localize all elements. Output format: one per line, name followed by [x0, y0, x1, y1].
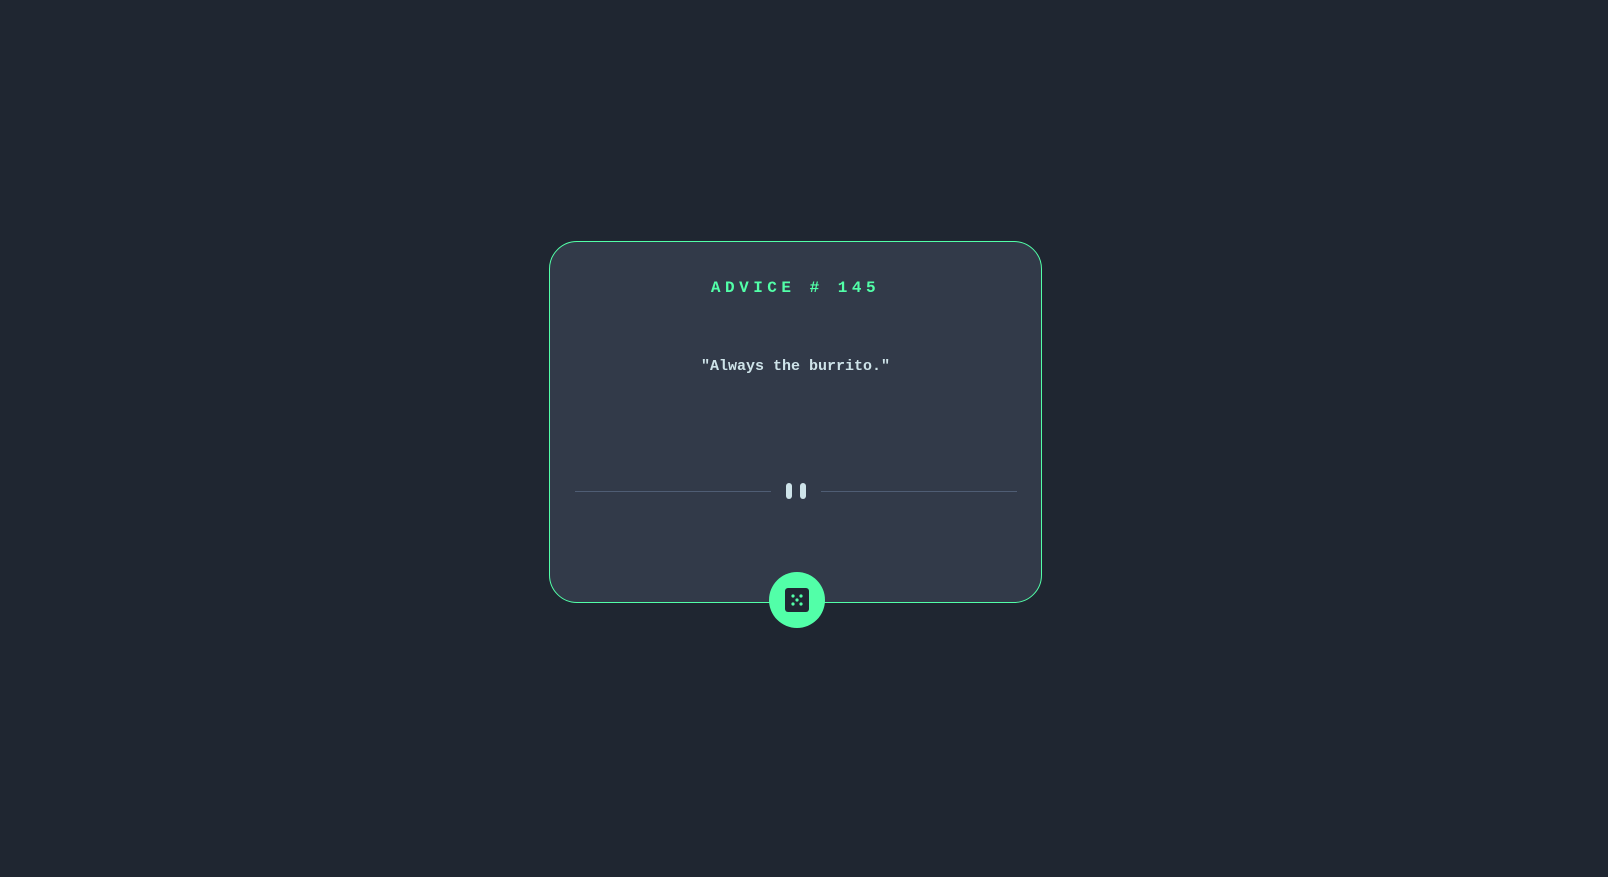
generate-advice-button[interactable] — [769, 572, 825, 628]
divider-line-left — [575, 491, 771, 492]
dice-icon — [785, 588, 809, 612]
pause-icon-bar-right — [800, 483, 806, 499]
pause-icon — [786, 483, 806, 499]
advice-card: ADVICE # 145 "Always the burrito." — [549, 241, 1042, 628]
divider — [575, 483, 1017, 499]
pause-icon-bar-left — [786, 483, 792, 499]
advice-title: ADVICE # 145 — [710, 278, 881, 297]
advice-quote: "Always the burrito." — [700, 358, 891, 375]
divider-line-right — [821, 491, 1017, 492]
